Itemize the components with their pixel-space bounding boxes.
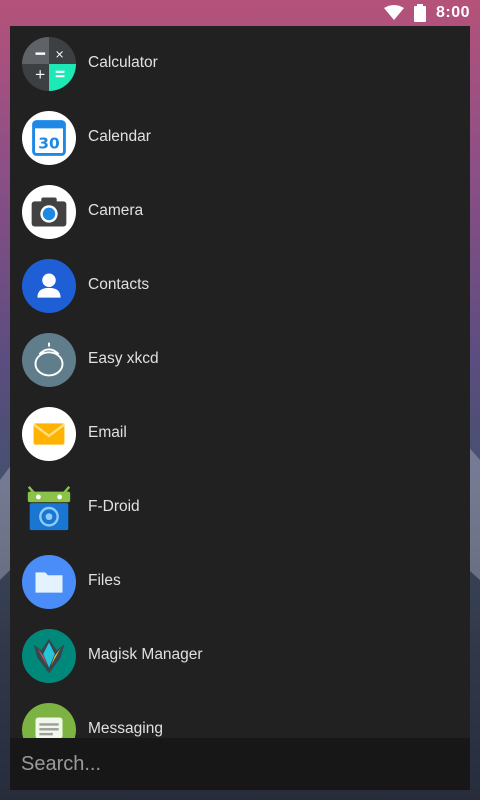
app-drawer: × + Calculator 30 Calendar Camera Contac… (10, 26, 470, 790)
app-label: Email (88, 424, 127, 441)
files-icon (22, 555, 76, 609)
search-input[interactable] (19, 743, 463, 785)
wifi-icon (383, 5, 404, 20)
magisk-icon (22, 629, 76, 683)
app-item-easy-xkcd[interactable]: Easy xkcd (10, 322, 470, 396)
status-time: 8:00 (435, 4, 470, 21)
email-icon (22, 407, 76, 461)
camera-icon (22, 185, 76, 239)
calculator-icon: × + (22, 37, 76, 91)
app-label: Easy xkcd (88, 350, 159, 367)
app-item-camera[interactable]: Camera (10, 174, 470, 248)
app-item-contacts[interactable]: Contacts (10, 248, 470, 322)
app-item-files[interactable]: Files (10, 544, 470, 618)
app-item-email[interactable]: Email (10, 396, 470, 470)
app-label: Magisk Manager (88, 646, 203, 663)
app-item-magisk-manager[interactable]: Magisk Manager (10, 618, 470, 692)
status-bar: 8:00 (0, 0, 480, 26)
app-label: Calculator (88, 54, 158, 71)
contacts-icon (22, 259, 76, 313)
app-label: Contacts (88, 276, 150, 293)
svg-text:+: + (35, 66, 46, 82)
app-label: F-Droid (88, 498, 140, 515)
app-list[interactable]: × + Calculator 30 Calendar Camera Contac… (10, 26, 470, 738)
calendar-icon: 30 (22, 111, 76, 165)
app-label: Messaging (88, 720, 163, 737)
fdroid-icon (27, 486, 71, 531)
app-item-messaging[interactable]: Messaging (10, 692, 470, 738)
app-label: Camera (88, 202, 144, 219)
app-item-fdroid[interactable]: F-Droid (10, 470, 470, 544)
app-label: Files (88, 572, 121, 589)
app-label: Calendar (88, 128, 151, 145)
app-item-calendar[interactable]: 30 Calendar (10, 100, 470, 174)
calendar-icon-date: 30 (38, 135, 59, 153)
battery-icon (413, 4, 426, 22)
messaging-icon (22, 703, 76, 738)
app-item-calculator[interactable]: × + Calculator (10, 26, 470, 100)
svg-text:×: × (55, 47, 65, 61)
search-bar (10, 738, 470, 790)
easy-xkcd-icon (22, 333, 76, 387)
